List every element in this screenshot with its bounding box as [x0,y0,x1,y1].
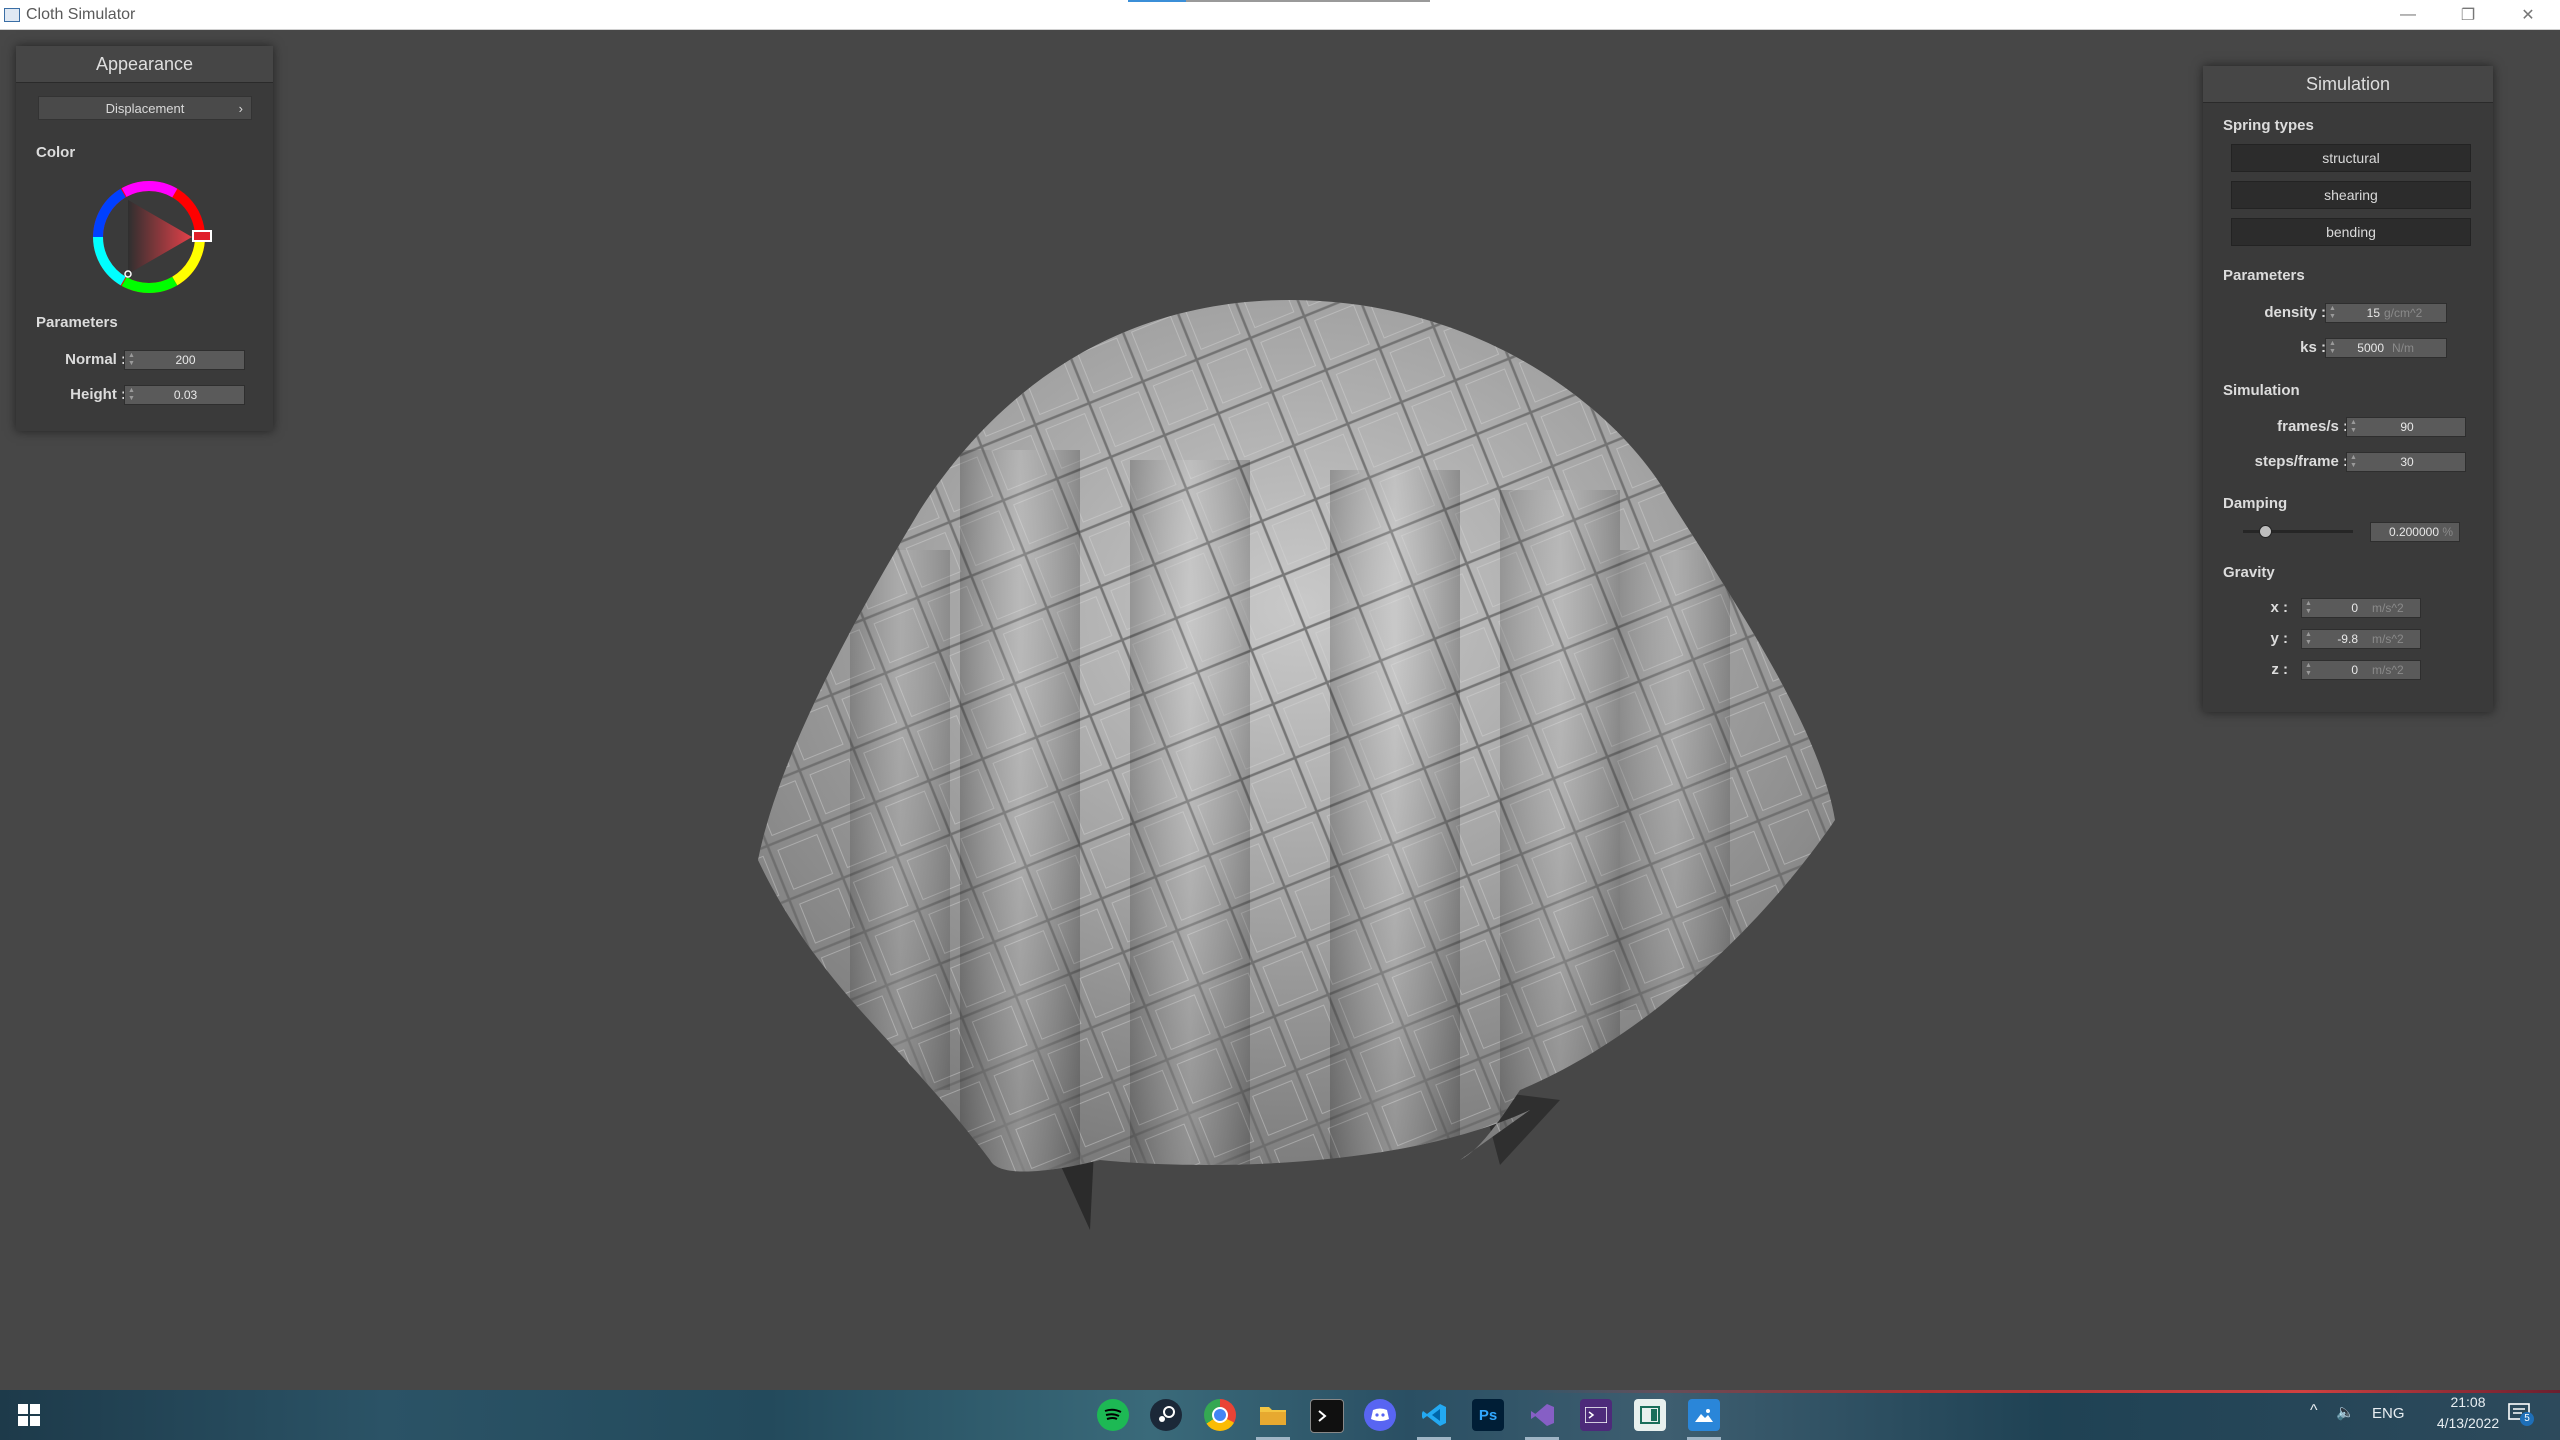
close-button[interactable]: ✕ [2500,0,2556,29]
normal-label: Normal : [65,351,126,368]
damping-slider-handle[interactable] [2259,525,2272,538]
gravity-x-label: x : [2270,599,2288,616]
spinner-icon[interactable]: ▲ ▼ [2305,600,2312,616]
ks-label: ks : [2300,339,2326,356]
damping-value-field[interactable]: 0.200000 % [2370,522,2460,542]
notification-count-badge: 5 [2520,1412,2534,1426]
shearing-button[interactable]: shearing [2231,181,2471,209]
gravity-y-input[interactable]: ▲ ▼ -9.8 m/s^2 [2301,629,2421,649]
color-section-label: Color [36,144,76,161]
cloth-render [758,300,1835,1230]
normal-input[interactable]: ▲ ▼ 200 [124,350,245,370]
volume-icon[interactable]: 🔈 [2336,1403,2355,1421]
gravity-label: Gravity [2223,564,2275,581]
density-input[interactable]: ▲ ▼ 15 g/cm^2 [2325,303,2447,323]
spring-types-label: Spring types [2223,117,2314,134]
title-bar: Cloth Simulator — ❐ ✕ [0,0,2560,30]
title-progress-bar [1128,0,1430,2]
discord-icon[interactable] [1364,1399,1396,1431]
appearance-panel: Appearance Displacement › Color Paramete… [16,46,273,431]
appearance-parameters-label: Parameters [36,314,118,331]
spinner-icon[interactable]: ▲ ▼ [2329,305,2336,321]
appearance-title: Appearance [16,46,273,83]
bending-button[interactable]: bending [2231,218,2471,246]
photos-icon[interactable] [1688,1399,1720,1431]
height-input[interactable]: ▲ ▼ 0.03 [124,385,245,405]
chrome-icon[interactable] [1204,1399,1236,1431]
gravity-z-input[interactable]: ▲ ▼ 0 m/s^2 [2301,660,2421,680]
spinner-icon[interactable]: ▲ ▼ [2329,340,2336,356]
height-label: Height : [70,386,126,403]
spinner-icon[interactable]: ▲ ▼ [2305,631,2312,647]
density-label: density : [2264,304,2326,321]
color-wheel[interactable] [88,176,218,298]
file-explorer-icon[interactable] [1257,1399,1289,1431]
gravity-y-label: y : [2270,630,2288,647]
window-app-icon[interactable] [1634,1399,1666,1431]
terminal-icon[interactable] [1310,1399,1344,1433]
chevron-right-icon: › [238,101,243,116]
chevron-up-icon[interactable]: ^ [2310,1402,2318,1420]
damping-label: Damping [2223,495,2288,512]
steps-per-frame-input[interactable]: ▲ ▼ 30 [2346,452,2466,472]
steam-icon[interactable] [1150,1399,1182,1431]
taskbar: Ps ^ 🔈 ENG 21:08 4/13/2022 5 [0,1390,2560,1440]
visual-studio-icon[interactable] [1526,1399,1558,1431]
simulation-viewport[interactable] [0,30,2560,1390]
windows-start-icon[interactable] [18,1404,40,1426]
window-title: Cloth Simulator [26,6,136,23]
simulation-title: Simulation [2203,66,2493,103]
notifications-icon[interactable]: 5 [2508,1402,2534,1426]
displacement-label: Displacement [105,101,185,116]
spinner-icon[interactable]: ▲ ▼ [2305,662,2312,678]
simulation-panel: Simulation Spring types structural shear… [2203,66,2493,712]
maximize-button[interactable]: ❐ [2440,0,2496,29]
photoshop-icon[interactable]: Ps [1472,1399,1504,1431]
console-icon[interactable] [1580,1399,1612,1431]
vscode-icon[interactable] [1418,1399,1450,1431]
gravity-z-label: z : [2271,661,2288,678]
steps-per-frame-label: steps/frame : [2254,453,2348,470]
ks-input[interactable]: ▲ ▼ 5000 N/m [2325,338,2447,358]
displacement-mode-button[interactable]: Displacement › [38,96,252,120]
language-indicator[interactable]: ENG [2372,1405,2405,1422]
spotify-icon[interactable] [1097,1399,1129,1431]
frames-per-second-label: frames/s : [2277,418,2348,435]
clock-date[interactable]: 4/13/2022 [2428,1415,2508,1431]
gravity-x-input[interactable]: ▲ ▼ 0 m/s^2 [2301,598,2421,618]
clock-time[interactable]: 21:08 [2428,1394,2508,1410]
structural-button[interactable]: structural [2231,144,2471,172]
simulation-parameters-label: Parameters [2223,267,2305,284]
minimize-button[interactable]: — [2380,0,2436,29]
app-icon [4,8,20,22]
simulation-section-label: Simulation [2223,382,2300,399]
hue-handle[interactable] [192,230,212,242]
frames-per-second-input[interactable]: ▲ ▼ 90 [2346,417,2466,437]
